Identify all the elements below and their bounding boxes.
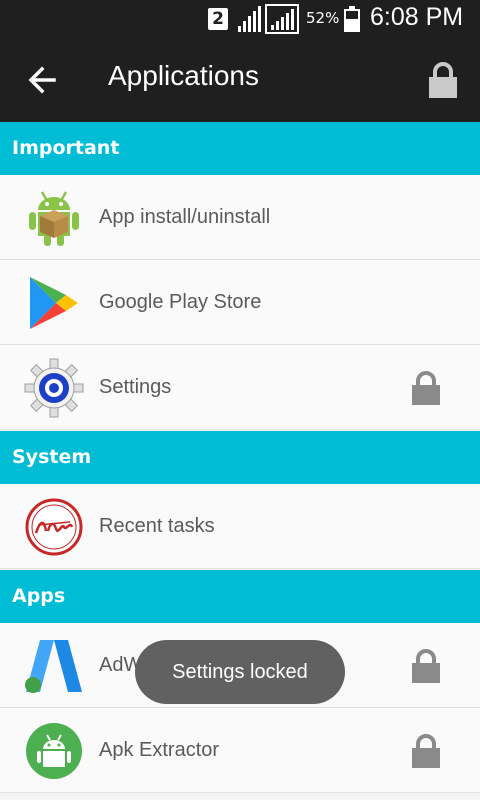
app-bar: Applications [0, 38, 480, 122]
list-item-label: Settings [99, 376, 172, 398]
list-item-settings[interactable]: Settings [0, 345, 480, 430]
list-item-recent-tasks[interactable]: Recent tasks [0, 484, 480, 569]
section-header-important: Important [0, 122, 480, 175]
arrow-left-icon[interactable] [24, 60, 64, 100]
battery-percent: 52% [306, 9, 340, 27]
list-item-label: Apk Extractor [99, 739, 220, 761]
signal-icon [238, 6, 261, 32]
signal-icon [265, 4, 299, 34]
lock-icon[interactable] [410, 734, 442, 768]
play-store-icon [30, 277, 78, 329]
status-clock: 6:08 PM [370, 3, 464, 31]
battery-icon [344, 6, 360, 32]
lock-icon[interactable] [410, 371, 442, 405]
settings-gear-icon [24, 358, 84, 418]
lock-icon[interactable] [410, 649, 442, 683]
section-header-system: System [0, 431, 480, 484]
section-header-apps: Apps [0, 570, 480, 623]
list-item-label: Recent tasks [99, 515, 215, 537]
list-item-app-install[interactable]: App install/uninstall [0, 175, 480, 260]
apk-extractor-icon [26, 723, 82, 779]
lock-icon[interactable] [426, 62, 460, 98]
android-badge-icon [25, 498, 83, 556]
android-package-icon [29, 191, 79, 246]
page-title: Applications [108, 60, 259, 91]
adwords-icon [25, 640, 82, 693]
list-item-google-play[interactable]: Google Play Store [0, 260, 480, 345]
list-item-apk-extractor[interactable]: Apk Extractor [0, 708, 480, 793]
sim-slot-badge: 2 [208, 8, 228, 30]
list-item-label: App install/uninstall [99, 206, 271, 228]
status-bar: 2 52% 6:08 PM [0, 0, 480, 38]
toast-message: Settings locked [135, 640, 345, 704]
list-item-label: Google Play Store [99, 291, 262, 313]
